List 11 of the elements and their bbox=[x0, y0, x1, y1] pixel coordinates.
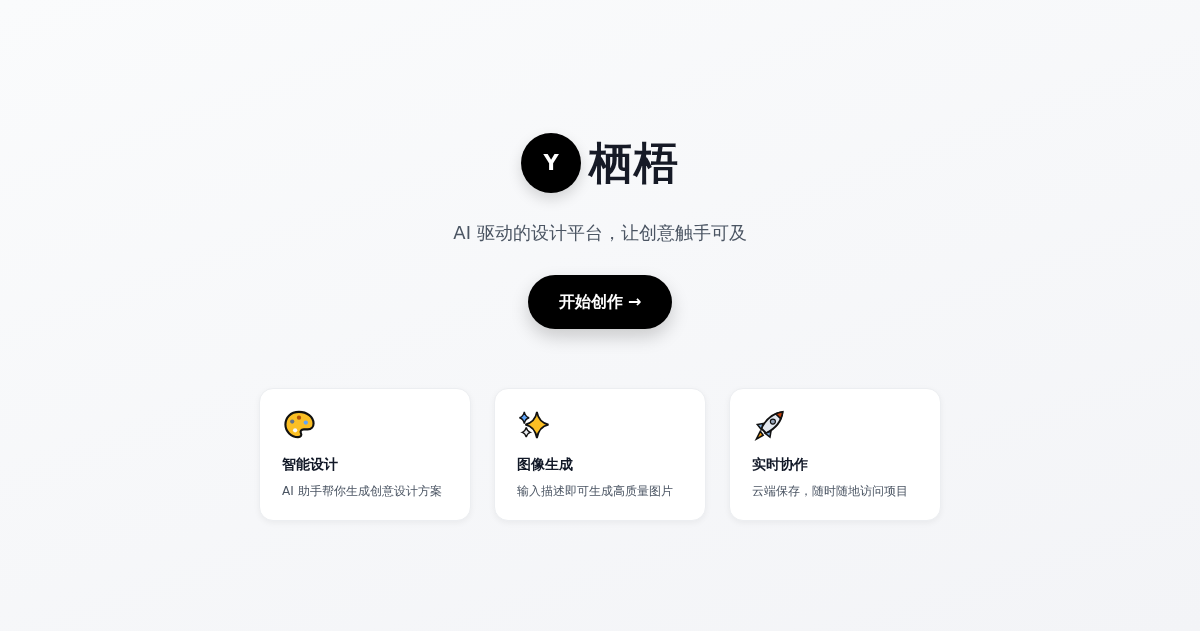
rocket-icon bbox=[752, 409, 786, 442]
feature-description: 输入描述即可生成高质量图片 bbox=[517, 483, 674, 500]
tagline: AI 驱动的设计平台，让创意触手可及 bbox=[453, 221, 747, 245]
feature-title: 实时协作 bbox=[752, 456, 809, 474]
logo: Y bbox=[521, 133, 581, 193]
feature-title: 智能设计 bbox=[282, 456, 339, 474]
feature-description: 云端保存，随时随地访问项目 bbox=[752, 483, 909, 500]
feature-description: AI 助手帮你生成创意设计方案 bbox=[282, 483, 443, 500]
brand-name: 栖梧 bbox=[589, 135, 679, 190]
start-button[interactable]: 开始创作 → bbox=[528, 275, 672, 329]
feature-title: 图像生成 bbox=[517, 456, 574, 474]
